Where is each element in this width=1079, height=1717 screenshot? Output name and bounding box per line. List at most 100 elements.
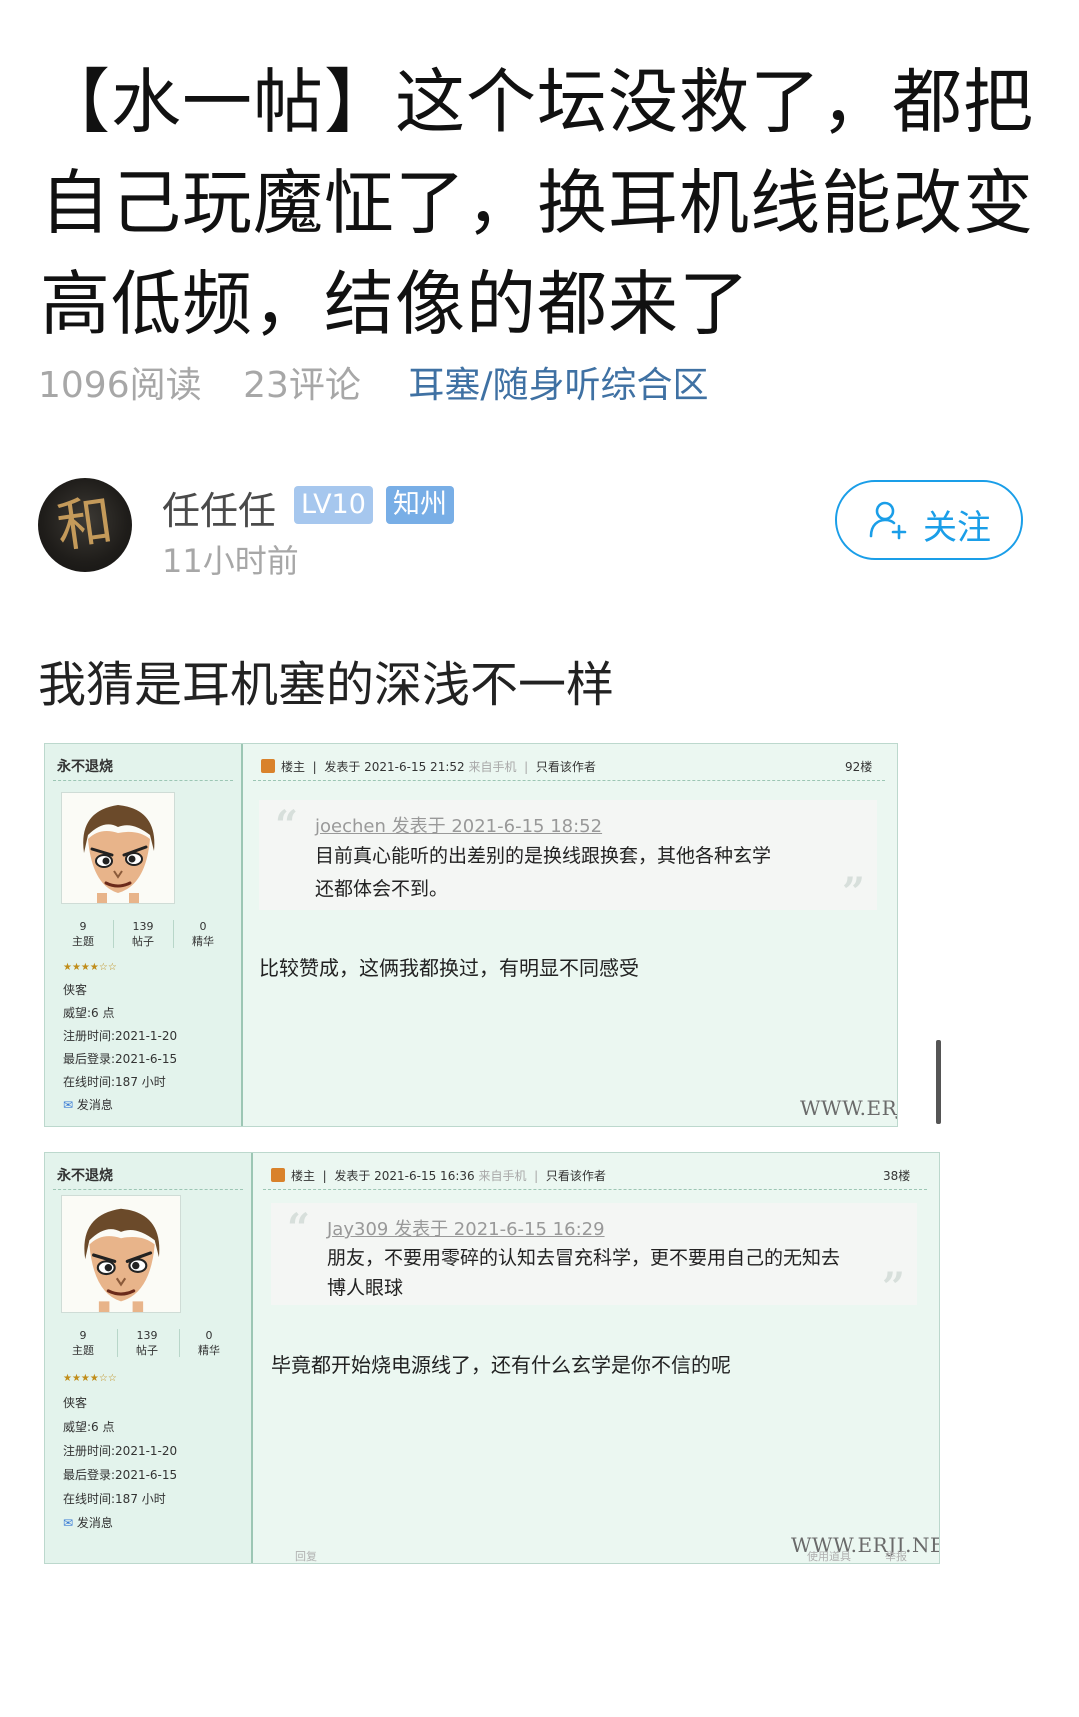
cartoon-avatar — [61, 1195, 181, 1313]
open-quote-icon: “ — [287, 1205, 311, 1252]
user-online-time: 在线时间:187 小时 — [63, 1492, 166, 1506]
cartoon-face-icon — [84, 1208, 160, 1312]
rank-stars: ★★★★☆☆ — [63, 1373, 117, 1384]
location-badge: 知州 — [386, 486, 454, 524]
owner-label: 楼主 — [291, 1169, 316, 1183]
stat-threads-label: 主题 — [72, 1344, 94, 1357]
user-sidebar: 永不退烧 9 主题 139 帖子 0 精华 ★★★★☆☆ 侠客 威望:6 点 注… — [45, 1153, 253, 1563]
only-author-link[interactable]: 只看该作者 — [546, 1169, 606, 1183]
quote-block: “ joechen 发表于 2021-6-15 18:52 目前真心能听的出差别… — [259, 800, 877, 916]
watermark: WWW.ERJI.NET — [800, 1096, 898, 1120]
scrollbar[interactable] — [936, 1040, 941, 1124]
forum-screenshot-1[interactable]: 永不退烧 9 主题 139 帖子 0 精华 ★★★★☆☆ 侠客 威望:6 点 注… — [44, 743, 898, 1127]
cartoon-avatar — [61, 792, 175, 904]
close-quote-icon: ” — [841, 869, 865, 916]
posted-at: 发表于 2021-6-15 16:36 — [334, 1169, 475, 1183]
posted-at: 发表于 2021-6-15 21:52 — [324, 760, 465, 774]
user-info: ★★★★☆☆ 侠客 威望:6 点 注册时间:2021-1-20 最后登录:202… — [63, 1367, 177, 1535]
user-reputation: 威望:6 点 — [63, 1420, 115, 1434]
author-row: 和 任任任 LV10 知州 11小时前 关注 — [38, 478, 1038, 588]
reply-link[interactable]: 回复 — [295, 1548, 317, 1563]
forum-screenshot-2[interactable]: 永不退烧 9 主题 139 帖子 0 精华 ★★★★☆☆ 侠客 威望:6 点 注… — [44, 1152, 940, 1564]
owner-icon — [261, 759, 275, 773]
stat-threads-num: 9 — [79, 920, 87, 933]
divider — [53, 780, 233, 781]
owner-icon — [271, 1168, 285, 1182]
cartoon-face-icon — [83, 805, 155, 903]
owner-label: 楼主 — [281, 760, 306, 774]
send-message-label: 发消息 — [76, 1516, 113, 1530]
follow-label: 关注 — [923, 508, 991, 548]
stat-divider — [117, 1329, 118, 1357]
close-quote-icon: ” — [881, 1264, 905, 1311]
post-meta: 1096阅读 23评论 耳塞/随身听综合区 — [38, 356, 708, 408]
user-reputation: 威望:6 点 — [63, 1006, 115, 1020]
quote-source[interactable]: Jay309 发表于 2021-6-15 16:29 — [327, 1215, 605, 1241]
user-rank: 侠客 — [63, 1396, 88, 1410]
stat-divider — [113, 920, 114, 948]
rank-stars: ★★★★☆☆ — [63, 962, 117, 973]
post-time: 11小时前 — [162, 542, 299, 580]
divider — [253, 780, 885, 781]
stat-digest-num: 0 — [205, 1329, 213, 1342]
quote-line: 还都体会不到。 — [315, 878, 449, 900]
user-register-date: 注册时间:2021-1-20 — [63, 1029, 178, 1043]
stat-digest-label: 精华 — [198, 1344, 220, 1357]
divider — [53, 1189, 243, 1190]
posted-device: 来自手机 — [468, 760, 517, 774]
stat-posts-num: 139 — [136, 1329, 158, 1342]
stat-posts-label: 帖子 — [136, 1344, 158, 1357]
user-register-date: 注册时间:2021-1-20 — [63, 1444, 178, 1458]
tools-link[interactable]: 使用道具 — [807, 1548, 851, 1563]
post-header: 楼主 | 发表于 2021-6-15 16:36 来自手机 | 只看该作者 — [271, 1167, 606, 1184]
quote-text: 目前真心能听的出差别的是换线跟换套，其他各种玄学 还都体会不到。 — [315, 840, 835, 906]
send-message-link[interactable]: ✉ 发消息 — [63, 1094, 177, 1117]
user-sidebar: 永不退烧 9 主题 139 帖子 0 精华 ★★★★☆☆ 侠客 威望:6 点 注… — [45, 744, 243, 1126]
user-online-time: 在线时间:187 小时 — [63, 1075, 166, 1089]
quote-text: 朋友，不要用零碎的认知去冒充科学，更不要用自己的无知去 博人眼球 — [327, 1243, 927, 1303]
envelope-icon: ✉ — [63, 1516, 74, 1530]
user-rank: 侠客 — [63, 983, 88, 997]
divider — [263, 1189, 927, 1190]
report-link[interactable]: 举报 — [885, 1548, 907, 1563]
comment-count[interactable]: 23评论 — [243, 365, 361, 406]
send-message-link[interactable]: ✉ 发消息 — [63, 1511, 177, 1535]
floor-number: 38楼 — [883, 1169, 911, 1183]
user-info: ★★★★☆☆ 侠客 威望:6 点 注册时间:2021-1-20 最后登录:202… — [63, 956, 177, 1117]
user-last-login: 最后登录:2021-6-15 — [63, 1468, 178, 1482]
stat-divider — [173, 920, 174, 948]
author-avatar[interactable]: 和 — [38, 478, 132, 572]
level-badge: LV10 — [294, 486, 373, 524]
stat-threads-num: 9 — [79, 1329, 87, 1342]
sidebar-username: 永不退烧 — [57, 1168, 113, 1184]
quote-line: 目前真心能听的出差别的是换线跟换套，其他各种玄学 — [315, 845, 772, 867]
floor-number: 92楼 — [845, 760, 873, 774]
quote-block: “ Jay309 发表于 2021-6-15 16:29 朋友，不要用零碎的认知… — [271, 1203, 917, 1311]
author-name[interactable]: 任任任 — [162, 480, 276, 535]
avatar-calligraphy: 和 — [52, 488, 118, 561]
user-last-login: 最后登录:2021-6-15 — [63, 1052, 178, 1066]
quote-line: 博人眼球 — [327, 1277, 404, 1299]
quote-source[interactable]: joechen 发表于 2021-6-15 18:52 — [315, 812, 602, 838]
stat-digest-label: 精华 — [192, 935, 214, 948]
reply-text: 比较赞成，这俩我都换过，有明显不同感受 — [259, 956, 639, 980]
quote-line: 朋友，不要用零碎的认知去冒充科学，更不要用自己的无知去 — [327, 1247, 841, 1269]
post-body: 我猜是耳机塞的深浅不一样 — [38, 657, 615, 713]
open-quote-icon: “ — [275, 802, 299, 849]
stat-posts-label: 帖子 — [132, 935, 154, 948]
add-user-icon — [869, 501, 907, 540]
read-count: 1096阅读 — [38, 365, 202, 406]
sidebar-username: 永不退烧 — [57, 759, 113, 775]
posted-device: 来自手机 — [478, 1169, 527, 1183]
envelope-icon: ✉ — [63, 1098, 74, 1112]
stat-posts-num: 139 — [132, 920, 154, 933]
follow-button[interactable]: 关注 — [835, 480, 1023, 560]
post-title: 【水一帖】这个坛没救了，都把自己玩魔怔了，换耳机线能改变高低频，结像的都来了 — [40, 61, 1034, 345]
stat-digest-num: 0 — [199, 920, 207, 933]
stat-divider — [179, 1329, 180, 1357]
send-message-label: 发消息 — [76, 1098, 113, 1112]
reply-text: 毕竟都开始烧电源线了，还有什么玄学是你不信的呢 — [271, 1353, 731, 1377]
only-author-link[interactable]: 只看该作者 — [536, 760, 596, 774]
forum-link[interactable]: 耳塞/随身听综合区 — [408, 365, 708, 406]
stat-threads-label: 主题 — [72, 935, 94, 948]
